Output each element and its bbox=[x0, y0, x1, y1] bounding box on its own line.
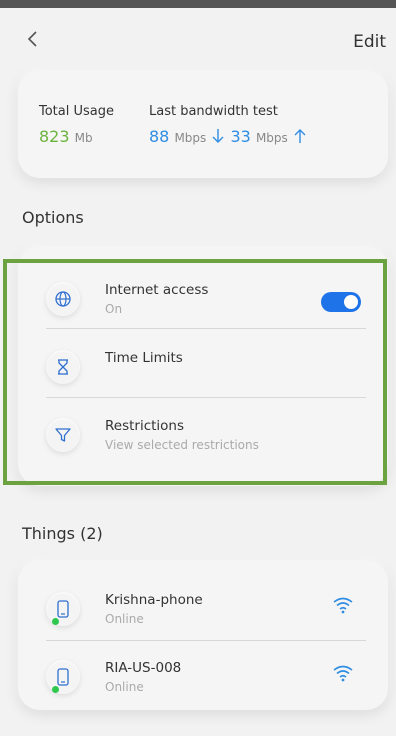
bandwidth-label: Last bandwidth test bbox=[149, 104, 278, 119]
options-card: Internet access On Time Limits Restricti… bbox=[18, 246, 388, 486]
total-usage-label: Total Usage bbox=[39, 104, 114, 119]
arrow-down-icon bbox=[212, 129, 224, 143]
phone-icon bbox=[57, 668, 69, 686]
bandwidth-values: 88 Mbps 33 Mbps bbox=[149, 127, 307, 146]
options-title: Options bbox=[22, 208, 84, 227]
download-speed: 88 bbox=[149, 127, 170, 146]
option-subtitle: On bbox=[105, 302, 123, 316]
usage-card: Total Usage 823 Mb Last bandwidth test 8… bbox=[18, 70, 388, 178]
total-usage-value: 823 Mb bbox=[39, 127, 114, 146]
hourglass-icon bbox=[58, 359, 68, 375]
chevron-left-icon bbox=[27, 31, 37, 47]
wifi-icon bbox=[333, 597, 353, 614]
phone-icon bbox=[57, 600, 69, 618]
things-title: Things (2) bbox=[22, 524, 103, 543]
option-title: Restrictions bbox=[105, 418, 185, 434]
arrow-up-icon bbox=[294, 129, 306, 143]
globe-icon-bubble bbox=[46, 282, 80, 316]
option-subtitle: View selected restrictions bbox=[105, 438, 259, 452]
top-status-strip bbox=[0, 0, 396, 8]
filter-icon-bubble bbox=[46, 418, 80, 452]
internet-access-toggle[interactable] bbox=[321, 292, 361, 312]
total-usage-unit: Mb bbox=[74, 131, 93, 145]
upload-speed: 33 bbox=[230, 127, 251, 146]
things-card: Krishna-phone Online RIA-US-008 Online bbox=[18, 560, 388, 710]
edit-button[interactable]: Edit bbox=[353, 32, 386, 52]
option-title: Internet access bbox=[105, 282, 209, 298]
app-header: Edit bbox=[0, 8, 396, 68]
online-status-dot bbox=[52, 618, 59, 625]
divider bbox=[46, 397, 366, 398]
hourglass-icon-bubble bbox=[46, 350, 80, 384]
option-time-limits[interactable]: Time Limits bbox=[18, 338, 388, 404]
thing-name: RIA-US-008 bbox=[105, 660, 182, 676]
toggle-knob bbox=[344, 295, 358, 309]
wifi-icon bbox=[333, 665, 353, 682]
option-restrictions[interactable]: Restrictions View selected restrictions bbox=[18, 406, 388, 472]
globe-icon bbox=[55, 291, 71, 307]
bandwidth-test: Last bandwidth test 88 Mbps 33 Mbps bbox=[149, 104, 307, 146]
back-button[interactable] bbox=[18, 24, 48, 54]
filter-icon bbox=[55, 428, 71, 442]
download-unit: Mbps bbox=[174, 131, 207, 145]
upload-unit: Mbps bbox=[255, 131, 288, 145]
thing-status: Online bbox=[105, 680, 144, 694]
online-status-dot bbox=[52, 686, 59, 693]
thing-name: Krishna-phone bbox=[105, 592, 203, 608]
thing-status: Online bbox=[105, 612, 144, 626]
thing-item-krishna-phone[interactable]: Krishna-phone Online bbox=[18, 580, 388, 646]
total-usage: Total Usage 823 Mb bbox=[39, 104, 114, 146]
option-title: Time Limits bbox=[105, 350, 183, 366]
option-internet-access[interactable]: Internet access On bbox=[18, 270, 388, 336]
divider bbox=[46, 640, 366, 641]
divider bbox=[46, 328, 366, 329]
total-usage-number: 823 bbox=[39, 127, 70, 146]
thing-item-ria-us-008[interactable]: RIA-US-008 Online bbox=[18, 648, 388, 714]
